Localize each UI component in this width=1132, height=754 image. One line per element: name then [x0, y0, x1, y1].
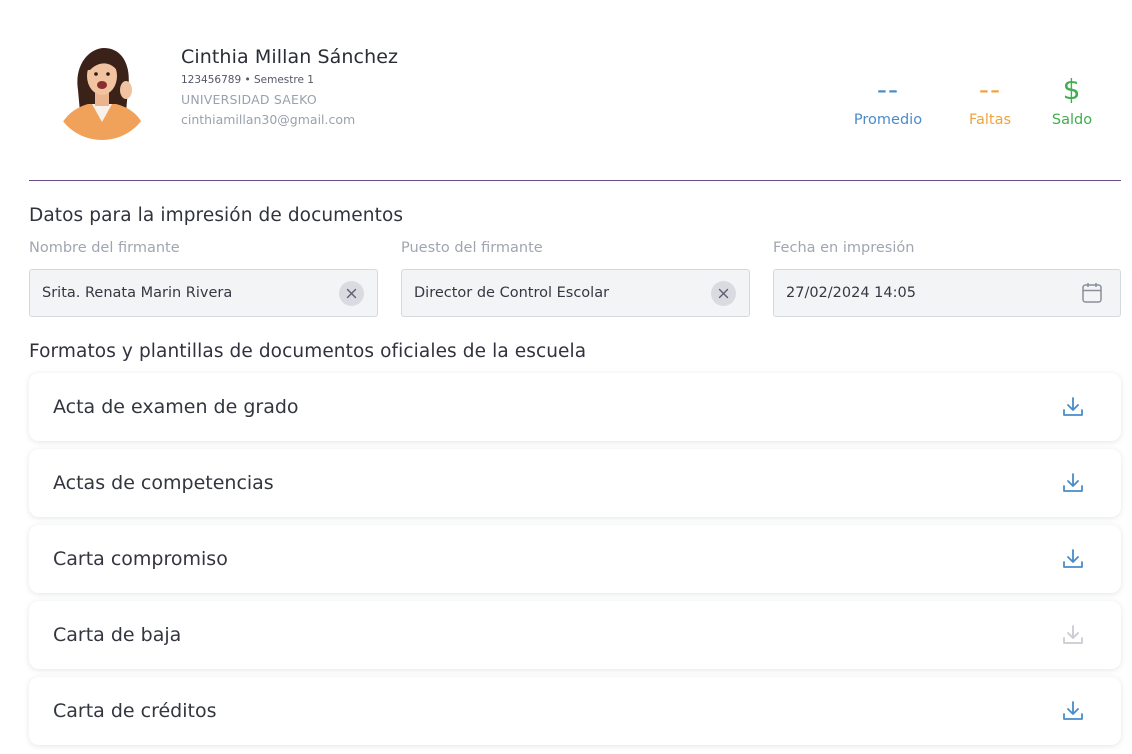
signer-name-label: Nombre del firmante [29, 240, 180, 256]
header-divider [29, 180, 1121, 181]
document-item-carta-creditos[interactable]: Carta de créditos [29, 677, 1121, 745]
signer-position-value: Director de Control Escolar [414, 285, 610, 301]
student-name: Cinthia Millan Sánchez [181, 46, 399, 68]
print-date-field[interactable]: 27/02/2024 14:05 [773, 269, 1121, 317]
student-id-semester: 123456789 • Semestre 1 [181, 74, 314, 86]
download-icon[interactable] [1061, 395, 1085, 419]
student-documents-page: Cinthia Millan Sánchez 123456789 • Semes… [0, 0, 1132, 754]
signer-name-field[interactable]: Srita. Renata Marin Rivera [29, 269, 378, 317]
document-item-actas-competencias[interactable]: Actas de competencias [29, 449, 1121, 517]
signer-position-group: Puesto del firmante Director de Control … [401, 240, 750, 317]
document-label: Actas de competencias [53, 472, 274, 494]
document-label: Acta de examen de grado [53, 396, 299, 418]
stat-saldo-value: $ [1062, 73, 1082, 106]
download-icon[interactable] [1061, 699, 1085, 723]
student-email: cinthiamillan30@gmail.com [181, 112, 356, 127]
document-item-carta-compromiso[interactable]: Carta compromiso [29, 525, 1121, 593]
document-label: Carta de créditos [53, 700, 217, 722]
clear-icon[interactable] [339, 281, 364, 306]
signer-position-field[interactable]: Director de Control Escolar [401, 269, 750, 317]
document-label: Carta compromiso [53, 548, 228, 570]
download-icon[interactable] [1061, 471, 1085, 495]
docs-section-title: Formatos y plantillas de documentos ofic… [29, 341, 587, 362]
avatar [52, 40, 152, 140]
stat-promedio-label: Promedio [853, 112, 923, 128]
download-icon[interactable] [1061, 547, 1085, 571]
stat-saldo[interactable]: $ Saldo [1027, 72, 1117, 128]
document-item-acta-examen-grado[interactable]: Acta de examen de grado [29, 373, 1121, 441]
calendar-icon[interactable] [1081, 281, 1103, 305]
profile-info: Cinthia Millan Sánchez 123456789 • Semes… [181, 46, 398, 127]
signer-name-value: Srita. Renata Marin Rivera [42, 285, 233, 301]
student-profile: Cinthia Millan Sánchez 123456789 • Semes… [52, 40, 1122, 150]
signer-position-label: Puesto del firmante [401, 240, 543, 256]
print-date-group: Fecha en impresión 27/02/2024 14:05 [773, 240, 1121, 317]
document-item-carta-baja[interactable]: Carta de baja [29, 601, 1121, 669]
clear-icon[interactable] [711, 281, 736, 306]
avatar-photo [52, 40, 152, 140]
print-date-value: 27/02/2024 14:05 [786, 285, 916, 301]
print-section-title: Datos para la impresión de documentos [29, 205, 404, 226]
documents-list: Acta de examen de grado Actas de compete… [29, 373, 1121, 753]
stat-promedio-value: -- [876, 73, 900, 106]
stat-faltas-label: Faltas [968, 112, 1012, 128]
signer-name-group: Nombre del firmante Srita. Renata Marin … [29, 240, 378, 317]
stat-saldo-label: Saldo [1051, 112, 1093, 128]
print-date-label: Fecha en impresión [773, 240, 915, 256]
stat-promedio[interactable]: -- Promedio [843, 72, 933, 128]
download-icon [1061, 623, 1085, 647]
stat-faltas-value: -- [978, 73, 1002, 106]
document-label: Carta de baja [53, 624, 182, 646]
stat-faltas[interactable]: -- Faltas [945, 72, 1035, 128]
university-name: UNIVERSIDAD SAEKO [181, 92, 317, 107]
